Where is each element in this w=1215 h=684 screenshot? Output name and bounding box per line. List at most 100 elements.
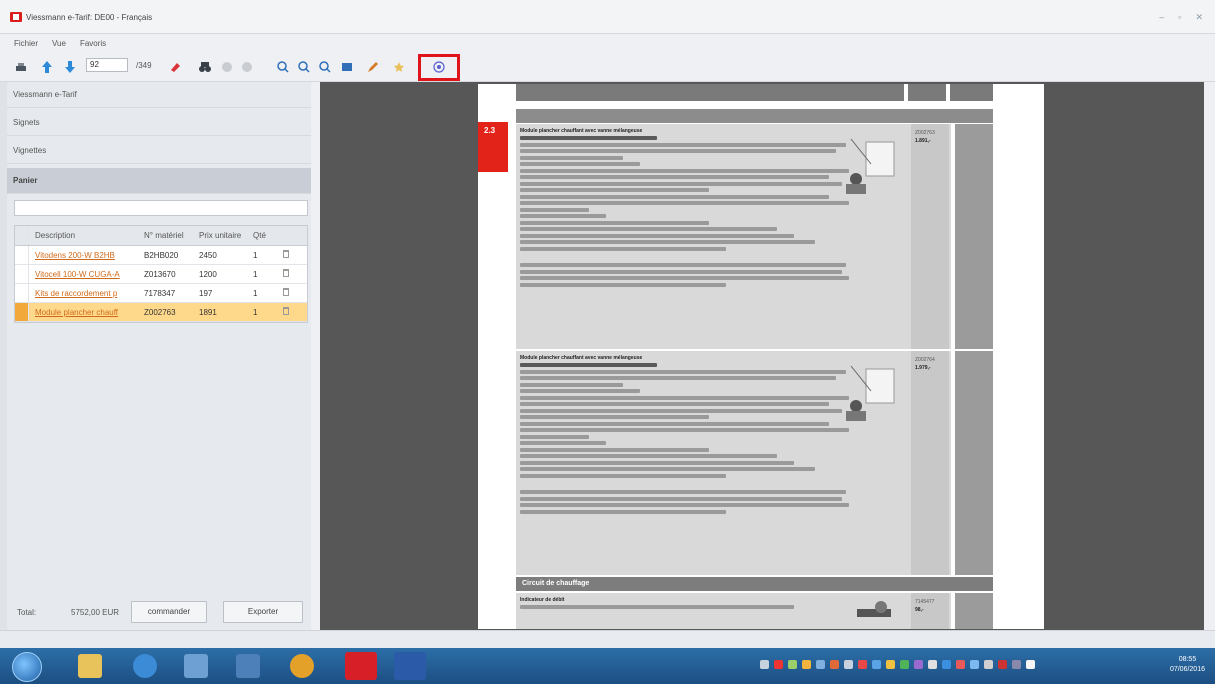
tray-icon[interactable]	[998, 660, 1007, 669]
row-qty[interactable]: 1	[247, 308, 275, 317]
table-row[interactable]: Kits de raccordement p 7178347 197 1	[15, 284, 307, 303]
zoom-in-icon[interactable]	[276, 61, 290, 73]
binoculars-icon[interactable]	[198, 61, 212, 73]
trash-icon[interactable]	[283, 250, 289, 258]
tray-icon[interactable]	[788, 660, 797, 669]
tray-icon[interactable]	[816, 660, 825, 669]
chrome-icon[interactable]	[290, 654, 314, 678]
back-icon[interactable]	[220, 61, 234, 73]
col-price[interactable]: Prix unitaire	[195, 231, 247, 240]
tray-icon[interactable]	[914, 660, 923, 669]
tray-icon[interactable]	[1012, 660, 1021, 669]
product-image	[846, 138, 895, 194]
section-vignettes[interactable]: Vignettes	[7, 138, 311, 164]
row-qty[interactable]: 1	[247, 270, 275, 279]
tray-icon[interactable]	[942, 660, 951, 669]
section-signets[interactable]: Signets	[7, 110, 311, 136]
row-description-link[interactable]: Vitocell 100-W CUGA-A	[29, 270, 139, 279]
minimize-button[interactable]: –	[1159, 12, 1164, 23]
row-description-link[interactable]: Module plancher chauff	[29, 308, 139, 317]
grid-corner	[15, 226, 29, 245]
word-icon[interactable]	[394, 652, 426, 680]
maximize-button[interactable]: ▫	[1178, 12, 1181, 23]
total-label: Total:	[17, 608, 37, 617]
pencil-icon[interactable]	[366, 61, 380, 73]
product-price: 1.979,-	[915, 365, 931, 371]
internet-explorer-icon[interactable]	[133, 654, 157, 678]
cart-search-input[interactable]	[14, 200, 308, 216]
col-qty[interactable]: Qté	[247, 231, 275, 240]
row-price: 2450	[199, 250, 217, 260]
page-band	[516, 109, 993, 123]
menu-fichier[interactable]: Fichier	[14, 39, 38, 48]
tray-icon[interactable]	[886, 660, 895, 669]
row-price: 197	[199, 288, 213, 298]
table-row[interactable]: Vitodens 200-W B2HB B2HB020 2450 1	[15, 246, 307, 265]
forward-icon[interactable]	[240, 61, 254, 73]
product-price: 98,-	[915, 607, 924, 613]
eraser-icon[interactable]	[168, 61, 182, 73]
window-controls: – ▫ ✕	[1159, 12, 1203, 23]
tray-icon[interactable]	[984, 660, 993, 669]
window-title: Viessmann e-Tarif: DE00 - Français	[26, 13, 153, 22]
network-icon[interactable]	[184, 654, 208, 678]
media-icon[interactable]	[236, 654, 260, 678]
zoom-out-icon[interactable]	[297, 61, 311, 73]
tray-icon[interactable]	[858, 660, 867, 669]
start-button[interactable]	[12, 652, 42, 682]
file-explorer-icon[interactable]	[78, 654, 102, 678]
tray-icon[interactable]	[774, 660, 783, 669]
vertical-scrollbar[interactable]	[1204, 82, 1215, 630]
table-row[interactable]: Vitocell 100-W CUGA-A Z013670 1200 1	[15, 265, 307, 284]
cart-grid: Description N° matériel Prix unitaire Qt…	[14, 225, 308, 323]
page-total: /349	[136, 61, 152, 70]
tray-icon[interactable]	[802, 660, 811, 669]
row-description-link[interactable]: Kits de raccordement p	[29, 289, 139, 298]
row-qty[interactable]: 1	[247, 251, 275, 260]
col-material[interactable]: N° matériel	[139, 231, 195, 240]
tray-icon[interactable]	[1026, 660, 1035, 669]
tray-icon[interactable]	[970, 660, 979, 669]
product-block: Module plancher chauffant avec vanne mél…	[516, 351, 993, 575]
tray-icon[interactable]	[900, 660, 909, 669]
print-icon[interactable]	[14, 61, 28, 73]
star-icon[interactable]	[392, 61, 406, 73]
menu-favoris[interactable]: Favoris	[80, 39, 106, 48]
product-title: Module plancher chauffant avec vanne mél…	[520, 355, 643, 361]
menu-vue[interactable]: Vue	[52, 39, 66, 48]
system-tray	[760, 660, 1035, 669]
title-bar: Viessmann e-Tarif: DE00 - Français – ▫ ✕	[0, 0, 1215, 34]
section-panier[interactable]: Panier	[7, 168, 311, 194]
tray-icon[interactable]	[928, 660, 937, 669]
arrow-down-icon[interactable]	[63, 61, 77, 73]
total-value: 5752,00 EUR	[71, 608, 120, 617]
product-ref: 7145477	[915, 599, 935, 605]
tray-icon[interactable]	[956, 660, 965, 669]
product-image	[846, 365, 895, 421]
export-button[interactable]: Exporter	[223, 601, 303, 623]
table-row[interactable]: Module plancher chauff Z002763 1891 1	[15, 303, 307, 322]
panel-splitter[interactable]	[311, 82, 320, 630]
trash-icon[interactable]	[283, 269, 289, 277]
page-number-input[interactable]: 92	[86, 58, 128, 72]
bookmark-icon[interactable]	[340, 61, 354, 73]
clock-date: 07/06/2016	[1169, 666, 1205, 673]
grid-header: Description N° matériel Prix unitaire Qt…	[15, 226, 307, 246]
tray-icon[interactable]	[872, 660, 881, 669]
arrow-up-icon[interactable]	[40, 61, 54, 73]
trash-icon[interactable]	[283, 288, 289, 296]
tray-icon[interactable]	[760, 660, 769, 669]
etarif-taskbar-icon[interactable]	[345, 652, 377, 680]
section-etarif[interactable]: Viessmann e-Tarif	[7, 82, 311, 108]
row-description-link[interactable]: Vitodens 200-W B2HB	[29, 251, 139, 260]
row-qty[interactable]: 1	[247, 289, 275, 298]
tray-icon[interactable]	[844, 660, 853, 669]
close-button[interactable]: ✕	[1195, 12, 1203, 23]
product-block: Indicateur de débit 7145477 98,-	[516, 593, 993, 629]
col-description[interactable]: Description	[29, 231, 139, 240]
order-button[interactable]: commander	[131, 601, 207, 623]
zoom-fit-icon[interactable]	[318, 61, 332, 73]
clock[interactable]: 08:55 07/06/2016	[1170, 655, 1205, 675]
tray-icon[interactable]	[830, 660, 839, 669]
trash-icon[interactable]	[283, 307, 289, 315]
